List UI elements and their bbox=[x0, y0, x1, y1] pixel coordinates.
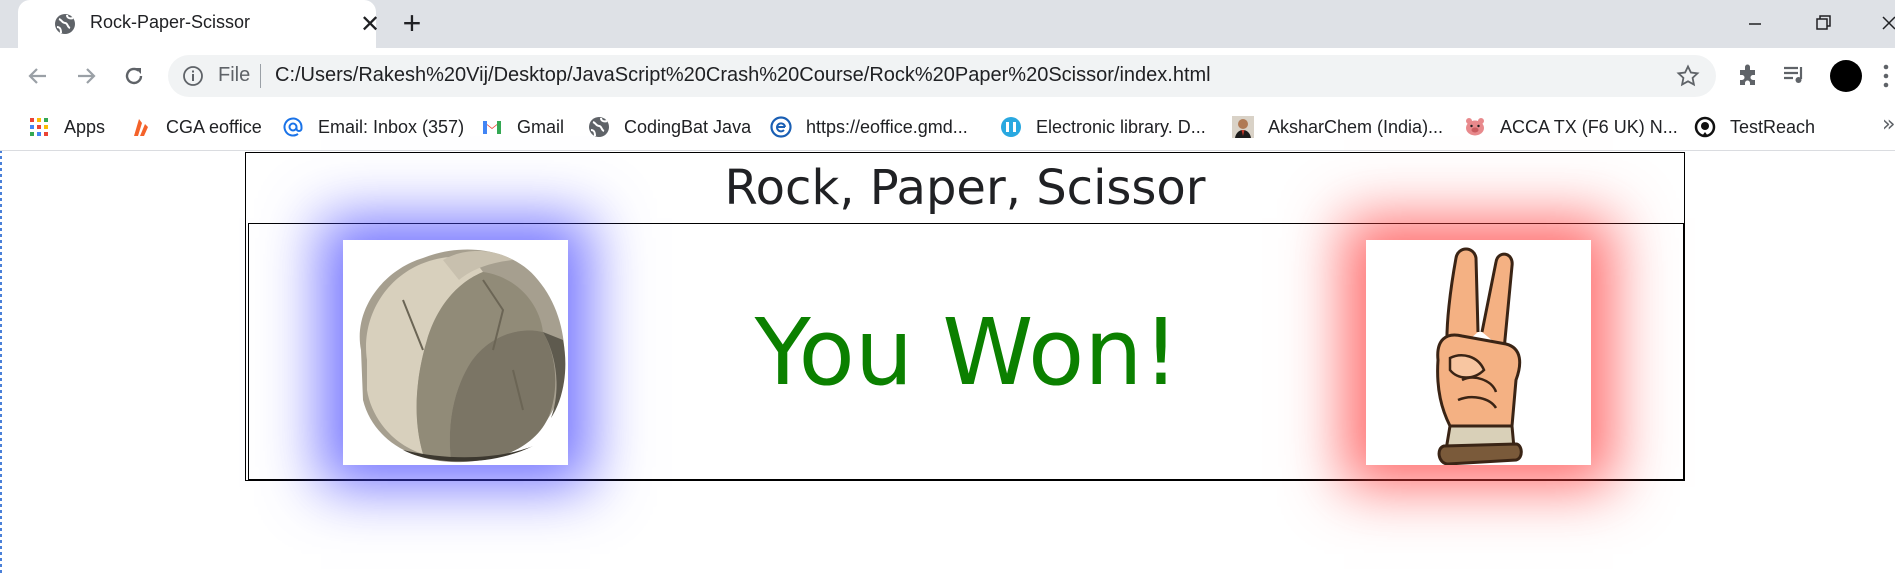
tab-rock-paper-scissor[interactable]: Rock-Paper-Scissor ✕ bbox=[18, 0, 380, 48]
new-tab-button[interactable]: + bbox=[396, 7, 428, 40]
tab-strip: Rock-Paper-Scissor ✕ + bbox=[0, 0, 1895, 48]
address-separator bbox=[260, 64, 261, 88]
profile-avatar[interactable] bbox=[1830, 60, 1862, 92]
bookmark-label: Apps bbox=[64, 116, 106, 137]
user-choice-rock bbox=[343, 240, 568, 465]
more-bookmarks-icon[interactable]: » bbox=[1882, 112, 1895, 137]
testreach-icon bbox=[1694, 116, 1716, 138]
pig-icon bbox=[1466, 118, 1484, 136]
person-photo-icon bbox=[1232, 116, 1254, 138]
window-close-icon[interactable] bbox=[1874, 8, 1895, 38]
tab-close-icon[interactable]: ✕ bbox=[356, 10, 384, 38]
extensions-puzzle-icon[interactable] bbox=[1734, 61, 1762, 89]
minimize-icon[interactable] bbox=[1740, 8, 1770, 38]
media-controls-icon[interactable] bbox=[1780, 61, 1808, 89]
info-icon[interactable] bbox=[182, 65, 204, 87]
globe-icon bbox=[55, 14, 75, 34]
bookmark-apps[interactable]: Apps bbox=[28, 114, 105, 140]
bookmark-gmail[interactable]: Gmail bbox=[481, 114, 564, 140]
forward-arrow-icon[interactable] bbox=[70, 60, 102, 92]
bookmark-label: ACCA TX (F6 UK) N... bbox=[1500, 116, 1678, 137]
globe-icon bbox=[589, 117, 609, 137]
page-title: Rock, Paper, Scissor bbox=[724, 160, 1206, 216]
tab-title: Rock-Paper-Scissor bbox=[90, 12, 251, 32]
apps-grid-icon bbox=[30, 118, 48, 136]
game-arena: You Won! bbox=[248, 223, 1684, 480]
more-menu-icon[interactable] bbox=[1882, 62, 1890, 90]
peace-hand-icon bbox=[1436, 247, 1523, 465]
gmail-icon bbox=[483, 121, 501, 134]
bookmark-acca-tx[interactable]: ACCA TX (F6 UK) N... bbox=[1464, 114, 1678, 140]
bookmarks-bar: Apps CGA eoffice Email: Inbox (357) Gmai… bbox=[0, 104, 1895, 151]
bookmark-label: CGA eoffice bbox=[166, 116, 262, 137]
result-message: You Won! bbox=[754, 299, 1180, 406]
bookmark-email-inbox[interactable]: Email: Inbox (357) bbox=[282, 114, 464, 140]
bookmark-star-icon[interactable] bbox=[1676, 64, 1700, 88]
eoffice-icon bbox=[770, 116, 792, 138]
address-bar[interactable]: File C:/Users/Rakesh%20Vij/Desktop/JavaS… bbox=[168, 55, 1716, 97]
rock-icon bbox=[359, 249, 566, 463]
bot-choice-scissor bbox=[1366, 240, 1591, 465]
bookmark-label: AksharChem (India)... bbox=[1268, 116, 1444, 137]
cga-logo-icon bbox=[134, 119, 148, 136]
library-icon bbox=[1001, 117, 1021, 137]
at-sign-icon bbox=[283, 117, 303, 137]
bookmark-eoffice-gmd[interactable]: https://eoffice.gmd... bbox=[770, 114, 968, 140]
bookmark-electronic-library[interactable]: Electronic library. D... bbox=[1000, 114, 1206, 140]
back-arrow-icon[interactable] bbox=[22, 60, 54, 92]
bookmark-aksharchem[interactable]: AksharChem (India)... bbox=[1232, 114, 1443, 140]
bookmark-label: Gmail bbox=[517, 116, 565, 137]
game-container: Rock, Paper, Scissor You Won! bbox=[245, 152, 1685, 481]
bookmark-label: TestReach bbox=[1730, 116, 1816, 137]
url-text[interactable]: C:/Users/Rakesh%20Vij/Desktop/JavaScript… bbox=[275, 64, 1211, 87]
browser-toolbar: File C:/Users/Rakesh%20Vij/Desktop/JavaS… bbox=[0, 48, 1895, 104]
bookmark-label: https://eoffice.gmd... bbox=[806, 116, 968, 137]
reload-icon[interactable] bbox=[118, 60, 150, 92]
bookmark-codingbat[interactable]: CodingBat Java bbox=[588, 114, 751, 140]
bookmark-cga-eoffice[interactable]: CGA eoffice bbox=[130, 114, 262, 140]
bookmark-label: CodingBat Java bbox=[624, 116, 752, 137]
bookmark-testreach[interactable]: TestReach bbox=[1694, 114, 1815, 140]
bookmark-label: Email: Inbox (357) bbox=[318, 116, 465, 137]
scheme-label: File bbox=[218, 64, 251, 86]
bookmark-label: Electronic library. D... bbox=[1036, 116, 1206, 137]
restore-icon[interactable] bbox=[1808, 8, 1838, 38]
